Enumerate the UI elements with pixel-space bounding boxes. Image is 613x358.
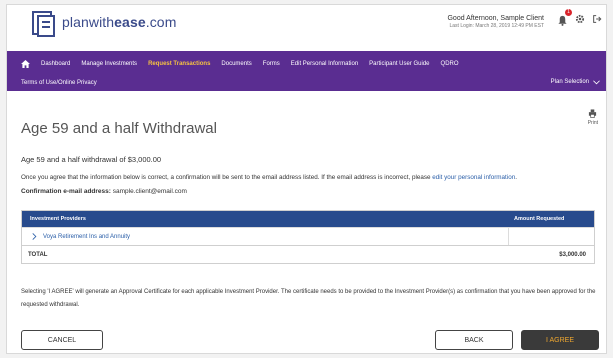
- bell-icon: [558, 15, 567, 26]
- plan-selection-dropdown[interactable]: Plan Selection: [551, 79, 600, 85]
- table-header: Investment Providers Amount Requested: [22, 211, 594, 227]
- chevron-right-icon[interactable]: [32, 233, 37, 240]
- header-icons: 1: [557, 9, 602, 26]
- back-button[interactable]: BACK: [435, 330, 513, 350]
- brand-name[interactable]: planwithease.com: [62, 14, 176, 30]
- chevron-down-icon: [593, 79, 600, 84]
- total-label: TOTAL: [28, 251, 48, 258]
- provider-cell[interactable]: Voya Retirement Ins and Annuity: [22, 233, 508, 240]
- info-text: Once you agree that the information belo…: [21, 174, 433, 181]
- confirmation-info: Once you agree that the information belo…: [21, 174, 517, 181]
- confirmation-email-label: Confirmation e-mail address:: [21, 188, 111, 195]
- table-row[interactable]: Voya Retirement Ins and Annuity: [22, 227, 594, 245]
- nav-primary: Dashboard Manage Investments Request Tra…: [21, 60, 459, 68]
- edit-personal-info-link[interactable]: edit your personal information: [432, 174, 515, 181]
- print-label: Print: [587, 120, 598, 126]
- nav-item-terms[interactable]: Terms of Use/Online Privacy: [21, 80, 97, 86]
- nav-item-edit-personal-information[interactable]: Edit Personal Information: [291, 61, 358, 67]
- nav-item-qdro[interactable]: QDRO: [441, 61, 459, 67]
- main-nav: Dashboard Manage Investments Request Tra…: [7, 51, 606, 91]
- gear-icon[interactable]: [575, 14, 585, 24]
- total-amount: $3,000.00: [559, 251, 586, 258]
- approval-notice: Selecting 'I AGREE' will generate an App…: [21, 289, 596, 308]
- column-header-providers: Investment Providers: [30, 216, 86, 222]
- nav-item-manage-investments[interactable]: Manage Investments: [81, 61, 137, 67]
- confirmation-email-value: sample.client@email.com: [112, 188, 187, 195]
- amount-cell: [508, 228, 594, 245]
- withdrawal-summary: Age 59 and a half withdrawal of $3,000.0…: [21, 155, 162, 164]
- nav-item-documents[interactable]: Documents: [221, 61, 251, 67]
- notification-button[interactable]: 1: [557, 9, 572, 26]
- column-header-amount: Amount Requested: [514, 216, 565, 222]
- providers-table: Investment Providers Amount Requested Vo…: [21, 210, 595, 264]
- plan-selection-label: Plan Selection: [550, 79, 589, 85]
- nav-item-request-transactions[interactable]: Request Transactions: [148, 61, 210, 67]
- notification-badge: 1: [565, 9, 572, 16]
- provider-name[interactable]: Voya Retirement Ins and Annuity: [43, 234, 130, 240]
- logo-icon: [32, 11, 55, 37]
- table-total-row: TOTAL $3,000.00: [22, 245, 594, 263]
- agree-button[interactable]: I AGREE: [521, 330, 599, 350]
- greeting-block: Good Afternoon, Sample Client Last Login…: [447, 15, 544, 29]
- logout-icon[interactable]: [592, 14, 602, 24]
- printer-icon: [589, 109, 597, 118]
- home-icon[interactable]: [21, 60, 30, 68]
- greeting-text: Good Afternoon, Sample Client: [447, 15, 544, 22]
- last-login-text: Last Login: March 28, 2019 12:49 PM EST: [449, 23, 545, 29]
- header: planwithease.com Good Afternoon, Sample …: [7, 5, 606, 51]
- nav-item-forms[interactable]: Forms: [263, 61, 280, 67]
- info-end: .: [515, 174, 517, 181]
- app-frame: planwithease.com Good Afternoon, Sample …: [6, 4, 607, 354]
- page-title: Age 59 and a half Withdrawal: [21, 120, 217, 137]
- print-button[interactable]: Print: [588, 109, 598, 126]
- confirmation-email: Confirmation e-mail address: sample.clie…: [21, 188, 187, 195]
- nav-item-dashboard[interactable]: Dashboard: [41, 61, 70, 67]
- cancel-button[interactable]: CANCEL: [21, 330, 103, 350]
- nav-item-participant-user-guide[interactable]: Participant User Guide: [369, 61, 429, 67]
